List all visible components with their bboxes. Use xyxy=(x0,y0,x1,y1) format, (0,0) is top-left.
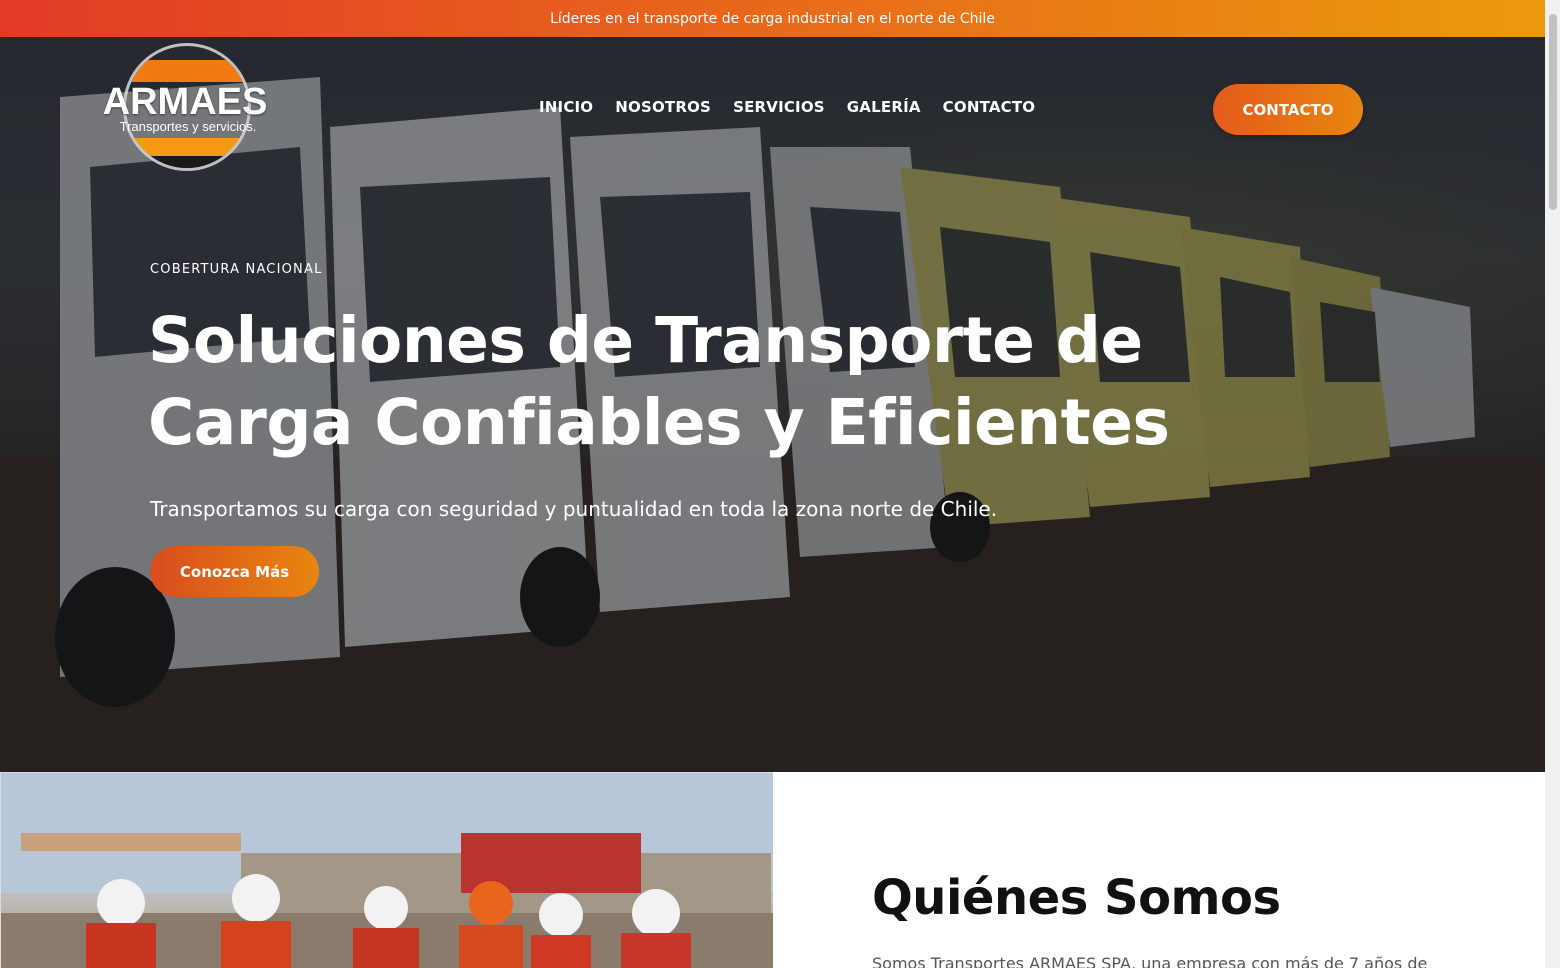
nav-item-inicio[interactable]: INICIO xyxy=(539,98,593,116)
announcement-text: Líderes en el transporte de carga indust… xyxy=(550,10,995,27)
scrollbar-thumb[interactable] xyxy=(1549,14,1557,210)
nav-item-galeria[interactable]: GALERÍA xyxy=(847,98,921,116)
nav-item-contacto[interactable]: CONTACTO xyxy=(943,98,1036,116)
nav-item-nosotros[interactable]: NOSOTROS xyxy=(615,98,711,116)
logo-brand: ARMAES xyxy=(102,81,268,123)
page-scrollbar[interactable] xyxy=(1545,0,1560,968)
about-text: Somos Transportes ARMAES SPA, una empres… xyxy=(872,954,1428,968)
nav-item-servicios[interactable]: SERVICIOS xyxy=(733,98,825,116)
learn-more-button[interactable]: Conozca Más xyxy=(150,546,319,597)
hero-headline-line2: Carga Confiables y Eficientes xyxy=(148,386,1170,459)
about-title: Quiénes Somos xyxy=(872,870,1281,926)
team-photo xyxy=(0,772,773,968)
main-nav: INICIO NOSOTROS SERVICIOS GALERÍA CONTAC… xyxy=(539,98,1035,116)
hero-subheadline: Transportamos su carga con seguridad y p… xyxy=(150,497,998,521)
company-logo[interactable]: ARMAES Transportes y servicios. xyxy=(100,43,270,176)
announcement-bar: Líderes en el transporte de carga indust… xyxy=(0,0,1545,37)
hero-headline-line1: Soluciones de Transporte de xyxy=(148,304,1143,377)
contact-button[interactable]: CONTACTO xyxy=(1213,84,1363,135)
hero-section: ARMAES Transportes y servicios. INICIO N… xyxy=(0,37,1545,772)
hero-eyebrow: COBERTURA NACIONAL xyxy=(150,262,323,277)
logo-tagline: Transportes y servicios. xyxy=(119,119,257,134)
hero-headline: Soluciones de Transporte de Carga Confia… xyxy=(148,300,1298,464)
